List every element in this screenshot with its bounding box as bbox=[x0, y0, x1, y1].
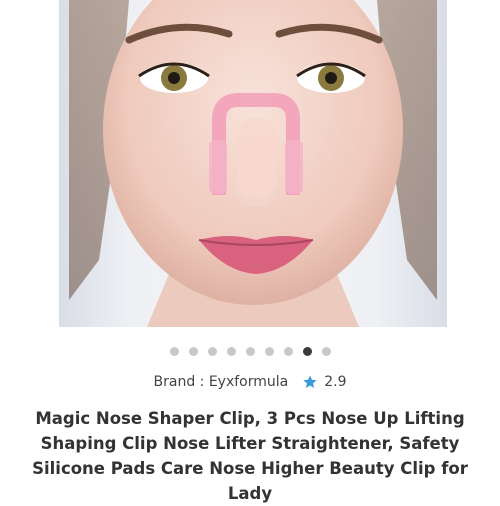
carousel-dot[interactable] bbox=[283, 346, 293, 356]
carousel-dot[interactable] bbox=[321, 346, 331, 356]
carousel-dot[interactable] bbox=[226, 346, 236, 356]
product-title: Magic Nose Shaper Clip, 3 Pcs Nose Up Li… bbox=[32, 409, 468, 503]
star-icon bbox=[303, 375, 317, 388]
product-meta: Brand : Eyxformula 2.9 bbox=[0, 372, 500, 392]
brand-label[interactable]: Brand : Eyxformula bbox=[154, 374, 289, 390]
carousel-dot[interactable] bbox=[169, 346, 179, 356]
carousel-dot[interactable] bbox=[207, 346, 217, 356]
carousel-dot[interactable] bbox=[264, 346, 274, 356]
product-image[interactable] bbox=[59, 0, 447, 327]
carousel-dot[interactable] bbox=[245, 346, 255, 356]
carousel-indicators bbox=[0, 345, 500, 357]
carousel-dot[interactable] bbox=[302, 346, 312, 356]
rating-value: 2.9 bbox=[324, 374, 347, 390]
carousel-dot[interactable] bbox=[188, 346, 198, 356]
product-photo bbox=[69, 0, 437, 327]
